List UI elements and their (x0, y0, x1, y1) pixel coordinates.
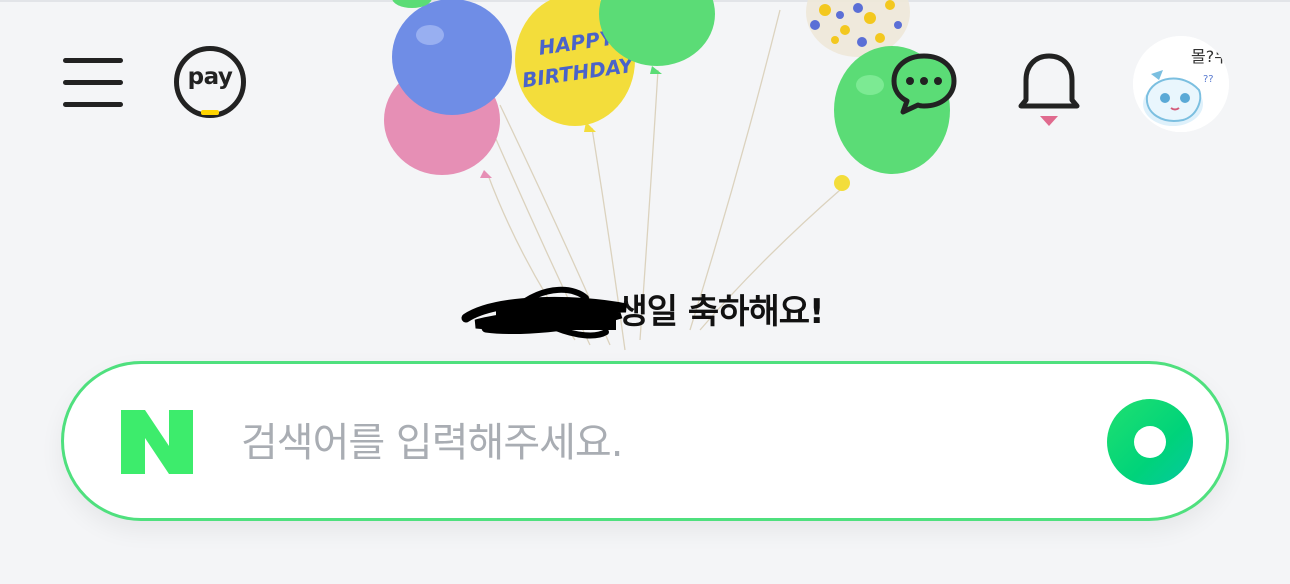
profile-avatar[interactable]: 몰?누 ?? (1133, 36, 1229, 132)
redacted-user-name (461, 286, 628, 338)
notification-bell-icon[interactable] (1016, 48, 1082, 138)
menu-bar (63, 80, 123, 85)
avatar-image: 몰?누 ?? (1133, 36, 1229, 132)
pay-accent-dot (201, 110, 219, 115)
pay-label: pay (187, 64, 233, 90)
menu-bar (63, 58, 123, 63)
chat-bubble-icon[interactable] (888, 50, 960, 116)
menu-bar (63, 102, 123, 107)
greeting-message: 생일 축하해요! (616, 292, 824, 332)
greendot-icon[interactable] (1107, 399, 1193, 485)
search-input[interactable] (239, 412, 1063, 474)
birthday-greeting: 생일 축하해요! (0, 284, 1290, 338)
naver-home-page: HAPPY BIRTHDAY pay 몰?누 ?? 생일 축하해요! 검색어를 … (0, 0, 1290, 584)
naver-logo-icon[interactable] (119, 408, 195, 476)
pay-button[interactable]: pay (174, 46, 246, 118)
hamburger-menu-icon[interactable] (60, 54, 126, 112)
svg-text:??: ?? (1203, 74, 1214, 85)
search-bar (61, 361, 1229, 521)
